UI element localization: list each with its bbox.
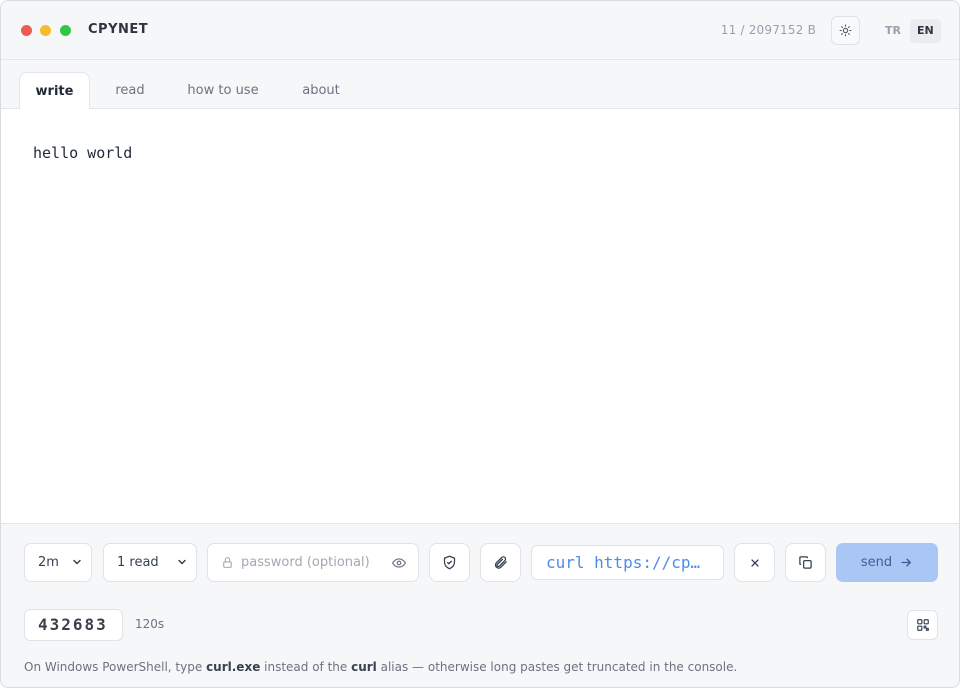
chevron-down-icon (178, 559, 186, 565)
close-icon (750, 558, 759, 567)
expire-select[interactable]: 2m (24, 543, 92, 582)
read-limit-select[interactable]: 1 read (103, 543, 197, 582)
qr-code-button[interactable] (907, 610, 938, 640)
close-window-button[interactable] (21, 25, 32, 36)
expire-value: 2m (38, 555, 59, 570)
chevron-down-icon (73, 559, 81, 565)
curl-command-field[interactable]: curl https://cpynet… (531, 545, 724, 580)
app-title: CPYNET (88, 22, 149, 37)
language-en-button[interactable]: EN (910, 19, 941, 43)
hint-text: On Windows PowerShell, type (24, 660, 207, 674)
editor-content[interactable]: hello world (33, 144, 132, 162)
lock-icon (223, 557, 232, 568)
clear-button[interactable] (734, 543, 775, 582)
secure-toggle-button[interactable] (429, 543, 470, 582)
tab-read[interactable]: read (105, 72, 155, 109)
send-button[interactable]: send (836, 543, 938, 582)
paperclip-icon (494, 556, 507, 569)
app-window: CPYNET 11 / 2097152 B TR EN write read h… (0, 0, 960, 688)
language-tr-button[interactable]: TR (878, 19, 908, 43)
text-editor[interactable]: hello world (1, 109, 959, 524)
qr-code-icon (916, 619, 929, 631)
arrow-right-icon (901, 558, 912, 567)
powershell-hint: On Windows PowerShell, type curl.exe ins… (24, 660, 737, 674)
minimize-window-button[interactable] (40, 25, 51, 36)
sun-icon (839, 24, 852, 37)
theme-toggle-button[interactable] (831, 16, 860, 45)
attach-file-button[interactable] (480, 543, 521, 582)
tab-about[interactable]: about (293, 72, 349, 109)
maximize-window-button[interactable] (60, 25, 71, 36)
hint-command-curl-exe: curl.exe (206, 660, 261, 674)
hint-command-curl: curl (351, 660, 377, 674)
copy-icon (799, 556, 812, 569)
eye-icon[interactable] (391, 556, 407, 570)
password-field[interactable]: password (optional) (207, 543, 419, 582)
copy-button[interactable] (785, 543, 826, 582)
hint-text: instead of the (260, 660, 352, 674)
hint-text: alias — otherwise long pastes get trunca… (376, 660, 738, 674)
title-bar: CPYNET 11 / 2097152 B TR EN (1, 1, 959, 60)
expiry-timer: 120s (135, 617, 165, 631)
tab-bar: write read how to use about (1, 61, 959, 110)
tab-how-to-use[interactable]: how to use (179, 72, 267, 109)
send-label: send (860, 555, 893, 570)
byte-counter: 11 / 2097152 B (720, 23, 816, 37)
tab-write[interactable]: write (19, 72, 90, 110)
read-limit-value: 1 read (117, 555, 159, 570)
password-placeholder: password (optional) (241, 555, 370, 570)
share-code[interactable]: 432683 (24, 609, 123, 641)
shield-check-icon (443, 555, 456, 570)
